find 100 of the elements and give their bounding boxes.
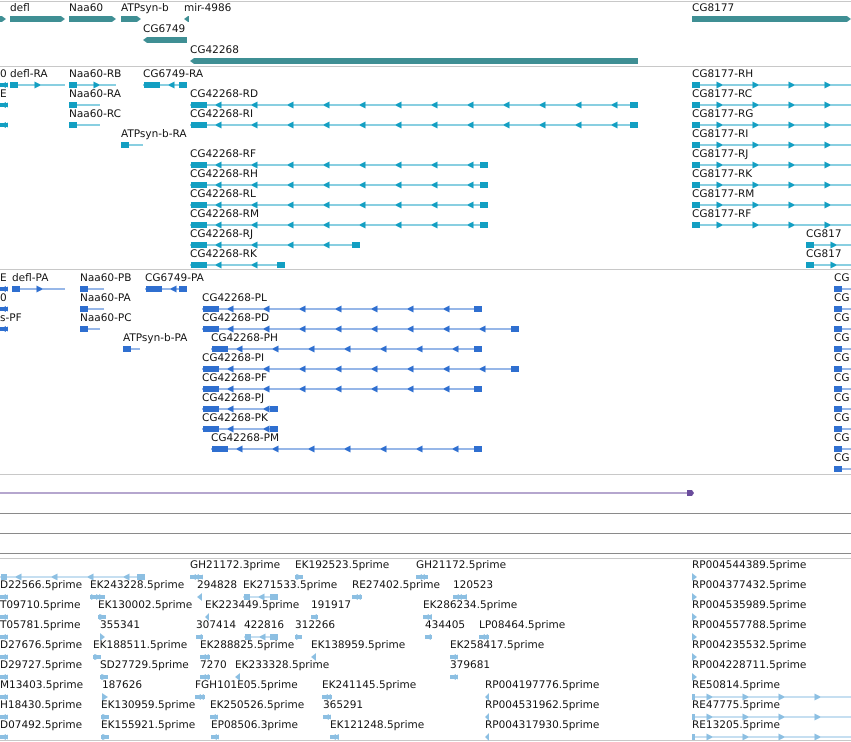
feature-label: CG8177-RF bbox=[692, 208, 752, 221]
feature-label: RE13205.5prime bbox=[692, 719, 780, 732]
feature-label: CG817 bbox=[806, 248, 842, 261]
feature-label: CG42268-PF bbox=[202, 372, 268, 385]
feature-label: CG42268-PH bbox=[211, 332, 278, 345]
feature-label: RP004317930.5prime bbox=[485, 719, 600, 732]
feature-label: CG6749-RA bbox=[143, 68, 204, 81]
feature-label: CG8177-RG bbox=[692, 108, 754, 121]
feature-label: SD27729.5prime bbox=[100, 659, 189, 672]
feature-label: ATPsyn-b-RA bbox=[121, 128, 187, 141]
feature-label: CG8177-RC bbox=[692, 88, 752, 101]
feature-label: Naa60-PA bbox=[80, 292, 131, 305]
feature-label: defl bbox=[10, 2, 30, 15]
feature-label: CG42268 bbox=[190, 44, 239, 57]
feature-label: mir-4986 bbox=[184, 2, 232, 15]
feature-label: CG42268-RH bbox=[190, 168, 258, 181]
feature-label: EK130959.5prime bbox=[101, 699, 196, 712]
feature-label: EK243228.5prime bbox=[90, 579, 184, 592]
feature-label: E bbox=[0, 88, 7, 101]
feature-label: ATPsyn-b bbox=[121, 2, 169, 15]
feature-label: 0 bbox=[0, 68, 7, 81]
feature-label: Naa60-RA bbox=[69, 88, 121, 101]
feature-label: RP004544389.5prime bbox=[692, 559, 806, 572]
feature-label: RP004197776.5prime bbox=[485, 679, 600, 692]
feature-label: D27676.5prime bbox=[0, 639, 82, 652]
feature-label: EK192523.5prime bbox=[295, 559, 390, 572]
feature-label: EK286234.5prime bbox=[423, 599, 518, 612]
feature-label: 187626 bbox=[102, 679, 142, 692]
feature-label: CG42268-RJ bbox=[190, 228, 254, 241]
feature-label: 7270 bbox=[200, 659, 227, 672]
feature-label: 191917 bbox=[311, 599, 352, 612]
feature-label: H18430.5prime bbox=[0, 699, 82, 712]
feature-label: CG42268-PJ bbox=[202, 392, 264, 405]
feature-label: GH21172.3prime bbox=[190, 559, 280, 572]
feature-label: Naa60 bbox=[69, 2, 104, 15]
feature-label: 307414 bbox=[196, 619, 236, 632]
feature-label: Naa60-RB bbox=[69, 68, 122, 81]
feature-label: EK121248.5prime bbox=[330, 719, 424, 732]
feature-label: D22566.5prime bbox=[0, 579, 82, 592]
feature-label: RP004377432.5prime bbox=[692, 579, 806, 592]
feature-label: EK271533.5prime bbox=[243, 579, 338, 592]
feature-label: RP004531962.5prime bbox=[485, 699, 600, 712]
feature-label: CG bbox=[834, 452, 850, 465]
feature-label: CG bbox=[834, 352, 850, 365]
feature-label: 379681 bbox=[450, 659, 490, 672]
feature-label: CG42268-RI bbox=[190, 108, 254, 121]
feature-label: 0 bbox=[0, 292, 7, 305]
feature-label: CG bbox=[834, 312, 850, 325]
feature-label: CG8177-RK bbox=[692, 168, 752, 181]
feature-label: T09710.5prime bbox=[0, 599, 80, 612]
feature-label: RP004235532.5prime bbox=[692, 639, 806, 652]
feature-label: EK138959.5prime bbox=[311, 639, 406, 652]
feature-label: CG8177-RI bbox=[692, 128, 748, 141]
feature-label: CG bbox=[834, 432, 850, 445]
feature-label: CG bbox=[834, 372, 850, 385]
feature-label: FGH101E05.5prime bbox=[195, 679, 298, 692]
feature-label: CG42268-PD bbox=[202, 312, 270, 325]
feature-label: CG bbox=[834, 292, 850, 305]
feature-label: RE27402.5prime bbox=[352, 579, 440, 592]
feature-label: 120523 bbox=[453, 579, 494, 592]
feature-label: defl-PA bbox=[12, 272, 48, 285]
feature-label: CG bbox=[834, 392, 850, 405]
feature-label: CG bbox=[834, 272, 850, 285]
feature-label: CG42268-PL bbox=[202, 292, 267, 305]
feature-label: CG6749 bbox=[143, 23, 186, 36]
feature-label: 422816 bbox=[244, 619, 284, 632]
feature-label: Naa60-RC bbox=[69, 108, 121, 121]
feature-label: EK130002.5prime bbox=[98, 599, 192, 612]
feature-label: EK288825.5prime bbox=[200, 639, 294, 652]
feature-label: RP004535989.5prime bbox=[692, 599, 806, 612]
feature-label: 355341 bbox=[100, 619, 140, 632]
feature-label: CG42268-RL bbox=[190, 188, 256, 201]
feature-label: D29727.5prime bbox=[0, 659, 82, 672]
feature-label: EK258417.5prime bbox=[450, 639, 544, 652]
feature-label: EK188511.5prime bbox=[93, 639, 188, 652]
feature-label: RE50814.5prime bbox=[692, 679, 780, 692]
feature-label: EK155921.5prime bbox=[101, 719, 196, 732]
feature-label: CG42268-RF bbox=[190, 148, 256, 161]
feature-label: CG817 bbox=[806, 228, 842, 241]
feature-label: CG6749-PA bbox=[145, 272, 204, 285]
feature-label: EK250526.5prime bbox=[210, 699, 304, 712]
feature-label: CG8177-RJ bbox=[692, 148, 748, 161]
feature-label: D07492.5prime bbox=[0, 719, 82, 732]
feature-label: s-PF bbox=[0, 312, 22, 325]
feature-label: Naa60-PB bbox=[80, 272, 132, 285]
feature-label: CG42268-PK bbox=[202, 412, 268, 425]
feature-label: 294828 bbox=[197, 579, 238, 592]
feature-label: defl-RA bbox=[10, 68, 48, 81]
feature-label: 434405 bbox=[425, 619, 466, 632]
feature-label: EK233328.5prime bbox=[235, 659, 330, 672]
feature-label: E bbox=[0, 272, 7, 285]
feature-label: CG8177-RH bbox=[692, 68, 754, 81]
feature-label: EK223449.5prime bbox=[205, 599, 300, 612]
feature-label: ATPsyn-b-PA bbox=[123, 332, 188, 345]
feature-label: RP004557788.5prime bbox=[692, 619, 806, 632]
feature-label: 312266 bbox=[295, 619, 336, 632]
feature-label: CG42268-RK bbox=[190, 248, 257, 261]
feature-label: CG42268-PM bbox=[211, 432, 280, 445]
feature-label: RP004228711.5prime bbox=[692, 659, 806, 672]
feature-label: RE47775.5prime bbox=[692, 699, 780, 712]
